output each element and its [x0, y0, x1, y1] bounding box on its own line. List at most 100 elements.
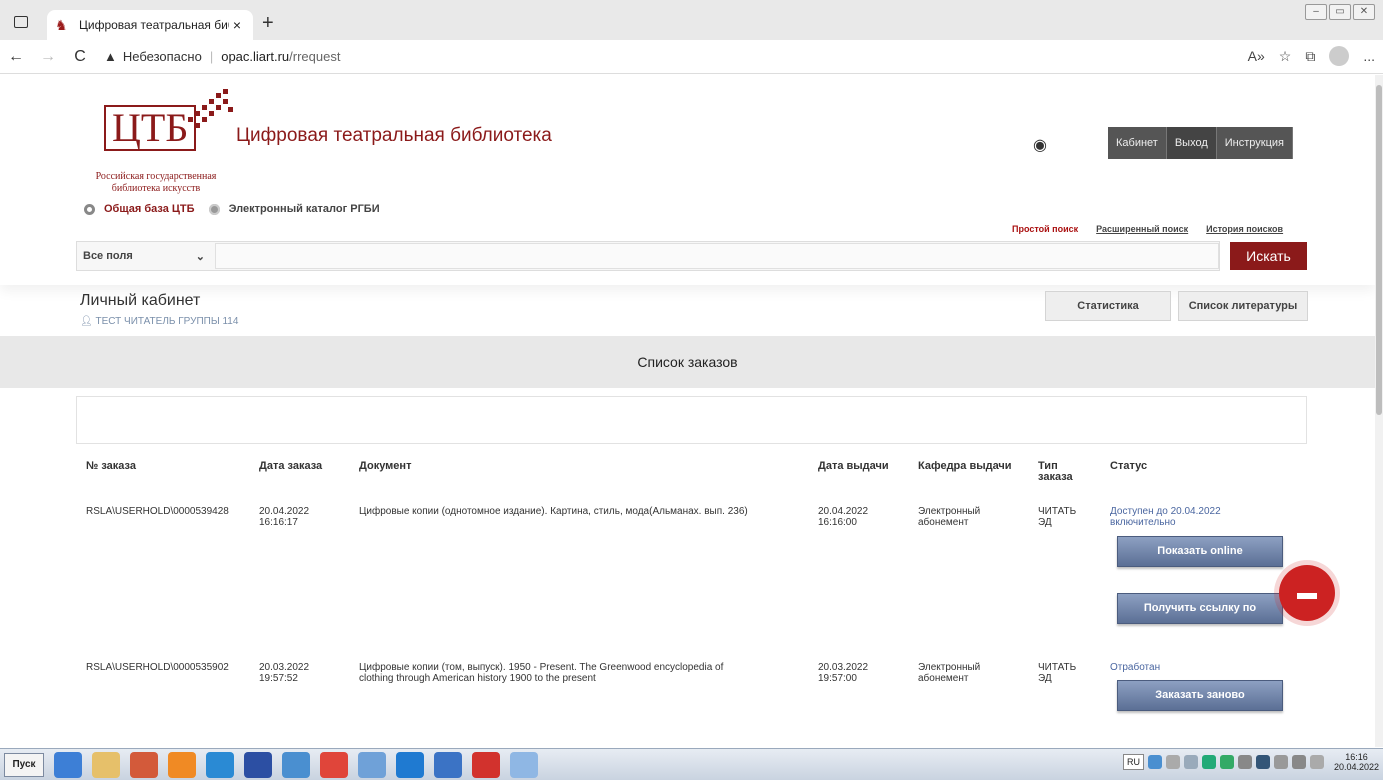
field-select-value: Все поля — [83, 249, 133, 262]
radio-db1-label[interactable]: Общая база ЦТБ — [104, 203, 195, 215]
address-bar: ← → C ▲ Небезопасно | opac.liart.ru /rre… — [0, 40, 1383, 74]
search-history-link[interactable]: История поисков — [1206, 224, 1283, 234]
catalog-selector: Общая база ЦТБ Электронный каталог РГБИ — [84, 203, 380, 215]
app-24-icon[interactable] — [282, 751, 310, 778]
row2-status[interactable]: Отработан — [1110, 662, 1160, 673]
system-tray: RU 16:16 20.04.2022 — [1122, 752, 1379, 772]
page-scrollbar[interactable] — [1375, 75, 1383, 747]
os-taskbar: Пуск RU 16:16 20.04.2022 — [0, 748, 1383, 780]
exit-button[interactable]: Выход — [1166, 127, 1217, 159]
chat-widget-button[interactable]: ▬ — [1279, 565, 1335, 621]
row2-department: Электронный абонемент — [918, 662, 981, 684]
radio-db2[interactable] — [208, 203, 220, 215]
acrobat-app-icon[interactable] — [472, 751, 500, 778]
radio-db2-label[interactable]: Электронный каталог РГБИ — [229, 203, 380, 215]
language-indicator[interactable]: RU — [1122, 754, 1144, 770]
page-viewport: ЦТБ Российская государственная библиотек… — [0, 75, 1375, 747]
advanced-search-link[interactable]: Расширенный поиск — [1096, 224, 1188, 234]
browser-toolbar-right: A» ☆ ⧉ ... — [1248, 46, 1375, 66]
search-input[interactable] — [215, 243, 1219, 269]
firefox-app-icon[interactable] — [168, 751, 196, 778]
site-header: ЦТБ Российская государственная библиотек… — [0, 75, 1375, 285]
favorite-star-icon[interactable]: ☆ — [1279, 48, 1292, 65]
get-link-button[interactable]: Получить ссылку по — [1117, 593, 1283, 624]
maximize-button[interactable]: ▭ — [1329, 4, 1351, 20]
chat-icon: ▬ — [1297, 581, 1317, 604]
minimize-button[interactable]: – — [1305, 4, 1327, 20]
close-window-button[interactable]: ✕ — [1353, 4, 1375, 20]
reload-icon[interactable]: C — [64, 48, 96, 66]
teamviewer-app-icon[interactable] — [396, 751, 424, 778]
cabinet-user: 👤︎ ТЕСТ ЧИТАТЕЛЬ ГРУППЫ 114 — [80, 316, 238, 327]
tray-icon-2[interactable] — [1165, 755, 1180, 769]
instruction-button[interactable]: Инструкция — [1216, 127, 1293, 159]
literature-list-button[interactable]: Список литературы — [1178, 291, 1308, 321]
tray-icon-4[interactable] — [1201, 755, 1216, 769]
col-department: Кафедра выдачи — [918, 460, 1012, 472]
search-mode-links: Простой поиск Расширенный поиск История … — [1012, 224, 1283, 234]
writer-app-icon[interactable] — [434, 751, 462, 778]
explorer-app-icon[interactable] — [92, 751, 120, 778]
orders-heading: Список заказов — [0, 336, 1375, 388]
logo-subtitle: Российская государственная библиотека ис… — [95, 171, 217, 194]
paint-app-icon[interactable] — [510, 751, 538, 778]
tray-icon-3[interactable] — [1183, 755, 1198, 769]
simple-search-link[interactable]: Простой поиск — [1012, 224, 1078, 234]
tray-icon-5[interactable] — [1219, 755, 1234, 769]
tray-icon-6[interactable] — [1255, 755, 1270, 769]
logo-pixel-dots — [188, 89, 234, 129]
row1-department: Электронный абонемент — [918, 506, 981, 528]
cabinet-button[interactable]: Кабинет — [1108, 127, 1167, 159]
tab-actions-icon[interactable] — [14, 16, 28, 28]
edge-app-icon[interactable] — [206, 751, 234, 778]
col-order-number: № заказа — [86, 460, 136, 472]
col-order-date: Дата заказа — [259, 460, 323, 472]
top-buttons: Кабинет Выход Инструкция — [1108, 127, 1293, 159]
statistics-button[interactable]: Статистика — [1045, 291, 1171, 321]
site-favicon-icon: ♞ — [55, 17, 68, 33]
row1-order-number: RSLA\USERHOLD\0000539428 — [86, 506, 229, 517]
row1-status[interactable]: Доступен до 20.04.2022 включительно — [1110, 506, 1221, 528]
calc-app-icon[interactable] — [244, 751, 272, 778]
reorder-button[interactable]: Заказать заново — [1117, 680, 1283, 711]
row2-type: ЧИТАТЬ ЭД — [1038, 662, 1077, 684]
tray-icon-1[interactable] — [1147, 755, 1162, 769]
user-icon: 👤︎ — [80, 316, 93, 327]
accessibility-eye-icon[interactable]: ◉ — [1033, 135, 1047, 155]
tab-close-icon[interactable]: × — [229, 17, 245, 33]
row1-order-date: 20.04.2022 16:16:17 — [259, 506, 310, 528]
row1-type: ЧИТАТЬ ЭД — [1038, 506, 1077, 528]
tray-icon-8[interactable] — [1291, 755, 1306, 769]
site-logo[interactable]: ЦТБ Российская государственная библиотек… — [76, 85, 241, 195]
url-host: opac.liart.ru — [221, 49, 290, 64]
tray-icon-9[interactable] — [1309, 755, 1324, 769]
start-button[interactable]: Пуск — [4, 752, 44, 777]
thunderbird-app-icon[interactable] — [358, 751, 386, 778]
more-menu-icon[interactable]: ... — [1363, 48, 1375, 64]
system-clock[interactable]: 16:16 20.04.2022 — [1334, 752, 1379, 772]
chrome-app-icon[interactable] — [320, 751, 348, 778]
collections-icon[interactable]: ⧉ — [1305, 48, 1315, 65]
orders-filter-box — [76, 396, 1307, 444]
office-app-icon[interactable] — [130, 751, 158, 778]
search-row: Все поля ⌄ — [76, 241, 1220, 271]
field-select[interactable]: Все поля ⌄ — [77, 250, 215, 263]
scrollbar-thumb[interactable] — [1376, 85, 1382, 415]
read-aloud-icon[interactable]: A» — [1248, 48, 1265, 64]
row1-issue-date: 20.04.2022 16:16:00 — [818, 506, 869, 528]
radio-db1[interactable] — [84, 203, 95, 215]
warning-icon: ▲ — [104, 49, 117, 64]
volume-icon[interactable] — [1237, 755, 1252, 769]
back-icon[interactable]: ← — [0, 48, 32, 66]
new-tab-button[interactable]: + — [262, 12, 274, 35]
ie-app-icon[interactable] — [54, 751, 82, 778]
tray-icon-7[interactable] — [1273, 755, 1288, 769]
site-title[interactable]: Цифровая театральная библиотека — [236, 125, 552, 147]
url-field[interactable]: ▲ Небезопасно | opac.liart.ru /rrequest — [104, 49, 340, 64]
forward-icon[interactable]: → — [32, 48, 64, 66]
search-button[interactable]: Искать — [1230, 242, 1307, 270]
show-online-button[interactable]: Показать online — [1117, 536, 1283, 567]
row2-order-date: 20.03.2022 19:57:52 — [259, 662, 310, 684]
profile-avatar[interactable] — [1329, 46, 1350, 66]
browser-tab[interactable]: ♞ Цифровая театральная библио × — [47, 10, 253, 40]
